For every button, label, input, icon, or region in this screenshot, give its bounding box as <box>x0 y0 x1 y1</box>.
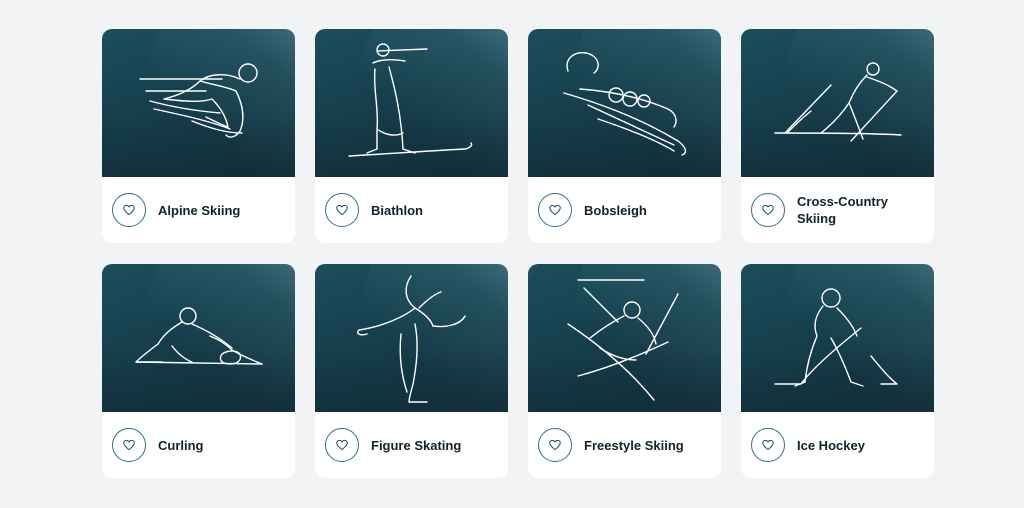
bobsleigh-pictogram <box>563 52 687 156</box>
biathlon-pictogram <box>348 43 473 157</box>
favorite-button[interactable] <box>538 193 572 227</box>
favorite-button[interactable] <box>112 193 146 227</box>
sport-artwork <box>102 29 295 177</box>
sport-name: Alpine Skiing <box>158 202 241 218</box>
card-footer: Bobsleigh <box>528 177 721 243</box>
curling-pictogram <box>135 307 263 365</box>
sport-card-freestyle-skiing[interactable]: Freestyle Skiing <box>528 264 721 478</box>
sport-card-bobsleigh[interactable]: Bobsleigh <box>528 29 721 243</box>
sports-grid: Alpine Skiing Biathlon Bobsleigh Cross-C… <box>102 29 934 478</box>
sport-artwork <box>528 29 721 177</box>
favorite-button[interactable] <box>751 193 785 227</box>
sport-artwork <box>315 29 508 177</box>
sport-artwork <box>315 264 508 412</box>
favorite-button[interactable] <box>538 428 572 462</box>
heart-outline-icon <box>762 439 774 451</box>
freestyle-skiing-pictogram <box>567 279 679 401</box>
card-footer: Curling <box>102 412 295 478</box>
figure-skating-pictogram <box>357 275 466 403</box>
favorite-button[interactable] <box>325 193 359 227</box>
favorite-button[interactable] <box>325 428 359 462</box>
sport-name: Bobsleigh <box>584 202 647 218</box>
heart-outline-icon <box>336 204 348 216</box>
sport-name: Freestyle Skiing <box>584 437 684 453</box>
cross-country-skiing-pictogram <box>774 62 902 142</box>
sport-name: Ice Hockey <box>797 437 865 453</box>
card-footer: Biathlon <box>315 177 508 243</box>
alpine-skiing-pictogram <box>139 63 258 138</box>
heart-outline-icon <box>123 439 135 451</box>
card-footer: Cross-Country Skiing <box>741 177 934 243</box>
favorite-button[interactable] <box>751 428 785 462</box>
sport-name: Curling <box>158 437 204 453</box>
heart-outline-icon <box>549 439 561 451</box>
sport-card-biathlon[interactable]: Biathlon <box>315 29 508 243</box>
sport-name: Figure Skating <box>371 437 462 453</box>
card-footer: Freestyle Skiing <box>528 412 721 478</box>
sport-card-ice-hockey[interactable]: Ice Hockey <box>741 264 934 478</box>
sport-artwork <box>102 264 295 412</box>
sport-artwork <box>741 29 934 177</box>
card-footer: Figure Skating <box>315 412 508 478</box>
favorite-button[interactable] <box>112 428 146 462</box>
heart-outline-icon <box>762 204 774 216</box>
heart-outline-icon <box>123 204 135 216</box>
sport-card-curling[interactable]: Curling <box>102 264 295 478</box>
heart-outline-icon <box>336 439 348 451</box>
heart-outline-icon <box>549 204 561 216</box>
sport-artwork <box>528 264 721 412</box>
ice-hockey-pictogram <box>774 288 898 387</box>
sport-card-cross-country-skiing[interactable]: Cross-Country Skiing <box>741 29 934 243</box>
card-footer: Alpine Skiing <box>102 177 295 243</box>
sport-artwork <box>741 264 934 412</box>
card-footer: Ice Hockey <box>741 412 934 478</box>
sport-card-alpine-skiing[interactable]: Alpine Skiing <box>102 29 295 243</box>
sport-name: Cross-Country Skiing <box>797 194 889 226</box>
sport-card-figure-skating[interactable]: Figure Skating <box>315 264 508 478</box>
sport-name: Biathlon <box>371 202 423 218</box>
